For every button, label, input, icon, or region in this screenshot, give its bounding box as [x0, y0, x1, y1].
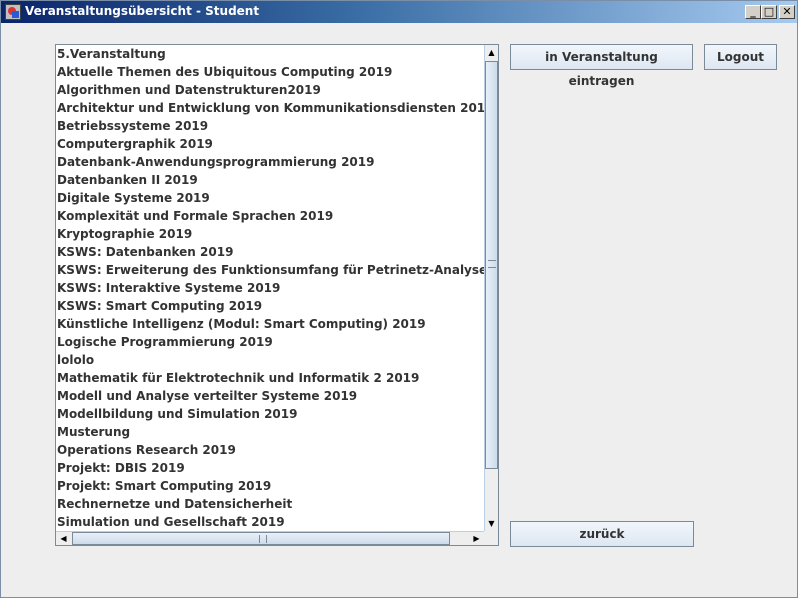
course-list-items: 5.Veranstaltung Aktuelle Themen des Ubiqu…: [56, 45, 484, 531]
back-button[interactable]: zurück: [510, 521, 694, 547]
arrow-right-icon[interactable]: ▶: [469, 532, 484, 545]
list-item[interactable]: Algorithmen und Datenstrukturen2019: [56, 81, 484, 99]
list-item[interactable]: Computergraphik 2019: [56, 135, 484, 153]
list-item[interactable]: Modell und Analyse verteilter Systeme 20…: [56, 387, 484, 405]
list-item[interactable]: Aktuelle Themen des Ubiquitous Computing…: [56, 63, 484, 81]
list-item[interactable]: Datenbanken II 2019: [56, 171, 484, 189]
close-button[interactable]: ✕: [779, 5, 795, 19]
list-item[interactable]: Digitale Systeme 2019: [56, 189, 484, 207]
title-bar[interactable]: Veranstaltungsübersicht - Student _ □ ✕: [1, 1, 797, 23]
minimize-button[interactable]: _: [745, 5, 761, 19]
list-item[interactable]: Logische Programmierung 2019: [56, 333, 484, 351]
list-item[interactable]: lololo: [56, 351, 484, 369]
list-item[interactable]: Rechnernetze und Datensicherheit: [56, 495, 484, 513]
scroll-corner: [484, 531, 498, 545]
list-item[interactable]: Mathematik für Elektrotechnik und Inform…: [56, 369, 484, 387]
horizontal-scrollbar[interactable]: ◀ ▶: [56, 531, 484, 545]
list-item[interactable]: Künstliche Intelligenz (Modul: Smart Com…: [56, 315, 484, 333]
list-item[interactable]: Operations Research 2019: [56, 441, 484, 459]
arrow-left-icon[interactable]: ◀: [56, 532, 71, 545]
main-window: Veranstaltungsübersicht - Student _ □ ✕ …: [0, 0, 798, 598]
vertical-scroll-thumb[interactable]: [485, 61, 498, 469]
list-item[interactable]: Musterung: [56, 423, 484, 441]
course-list[interactable]: 5.Veranstaltung Aktuelle Themen des Ubiqu…: [55, 44, 499, 546]
list-item[interactable]: KSWS: Erweiterung des Funktionsumfang fü…: [56, 261, 484, 279]
list-item[interactable]: KSWS: Interaktive Systeme 2019: [56, 279, 484, 297]
list-item[interactable]: KSWS: Smart Computing 2019: [56, 297, 484, 315]
horizontal-scroll-thumb[interactable]: [72, 532, 450, 545]
list-item[interactable]: Betriebssysteme 2019: [56, 117, 484, 135]
arrow-up-icon[interactable]: ▲: [485, 45, 498, 60]
list-item[interactable]: Architektur und Entwicklung von Kommunik…: [56, 99, 484, 117]
window-title: Veranstaltungsübersicht - Student: [25, 4, 260, 18]
list-item[interactable]: 5.Veranstaltung: [56, 45, 484, 63]
enroll-button[interactable]: in Veranstaltung eintragen: [510, 44, 693, 88]
java-app-icon: [5, 4, 21, 20]
list-item[interactable]: Kryptographie 2019: [56, 225, 484, 243]
maximize-button[interactable]: □: [761, 5, 777, 19]
list-item[interactable]: Komplexität und Formale Sprachen 2019: [56, 207, 484, 225]
list-item[interactable]: Projekt: DBIS 2019: [56, 459, 484, 477]
list-item[interactable]: KSWS: Datenbanken 2019: [56, 243, 484, 261]
vertical-scrollbar[interactable]: ▲ ▼: [484, 45, 498, 531]
list-item[interactable]: Datenbank-Anwendungsprogrammierung 2019: [56, 153, 484, 171]
list-item[interactable]: Projekt: Smart Computing 2019: [56, 477, 484, 495]
list-item[interactable]: Simulation und Gesellschaft 2019: [56, 513, 484, 531]
arrow-down-icon[interactable]: ▼: [485, 516, 498, 531]
list-item[interactable]: Modellbildung und Simulation 2019: [56, 405, 484, 423]
logout-button[interactable]: Logout: [704, 44, 777, 70]
